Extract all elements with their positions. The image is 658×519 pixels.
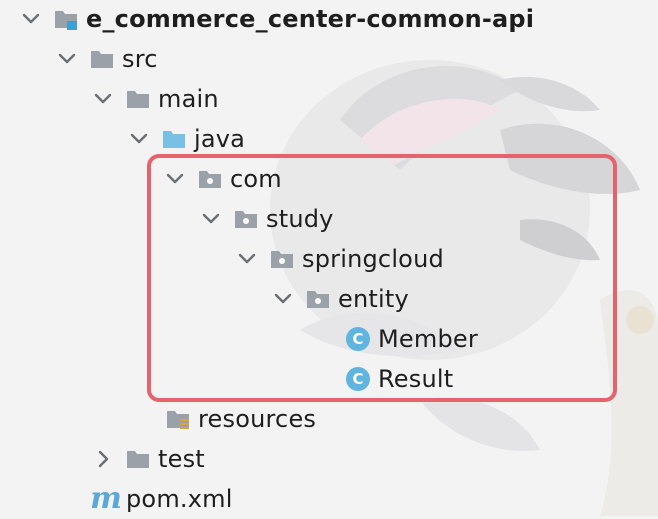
tree-item-root-module[interactable]: e_commerce_center-common-api [20,0,534,39]
tree-item-label: java [194,125,246,153]
package-icon [306,287,330,311]
tree-item-label: test [158,445,205,473]
package-icon [270,247,294,271]
chevron-down-icon[interactable] [272,288,294,310]
package-icon [198,167,222,191]
folder-icon [90,47,114,71]
folder-icon [126,87,150,111]
chevron-down-icon[interactable] [20,8,42,30]
package-icon [234,207,258,231]
class-icon: C [346,367,370,391]
chevron-down-icon[interactable] [92,88,114,110]
tree-item-label: pom.xml [126,485,233,513]
tree-item-label: study [266,205,334,233]
tree-item-result-class[interactable]: C Result [346,359,453,399]
tree-item-label: main [158,85,219,113]
tree-item-label: resources [198,405,317,433]
tree-item-label: src [122,45,158,73]
tree-item-springcloud[interactable]: springcloud [236,239,444,279]
class-icon: C [346,327,370,351]
chevron-down-icon[interactable] [236,248,258,270]
resources-folder-icon [166,407,190,431]
tree-item-study[interactable]: study [200,199,334,239]
chevron-down-icon[interactable] [56,48,78,70]
tree-item-label: springcloud [302,245,444,273]
source-root-folder-icon [162,127,186,151]
maven-icon: m [90,481,122,516]
project-tree: e_commerce_center-common-api src main ja… [0,0,658,516]
tree-item-src[interactable]: src [56,39,158,79]
chevron-right-icon[interactable] [92,448,114,470]
tree-item-resources[interactable]: resources [166,399,316,439]
chevron-down-icon[interactable] [128,128,150,150]
folder-icon [126,447,150,471]
tree-item-label: Member [378,325,478,353]
tree-item-entity[interactable]: entity [272,279,409,319]
tree-item-test[interactable]: test [92,439,205,479]
tree-item-com[interactable]: com [164,159,282,199]
tree-item-label: e_commerce_center-common-api [86,5,535,33]
tree-item-label: Result [378,365,454,393]
chevron-down-icon[interactable] [164,168,186,190]
tree-item-java[interactable]: java [128,119,245,159]
tree-item-label: entity [338,285,409,313]
tree-item-main[interactable]: main [92,79,219,119]
tree-item-label: com [230,165,282,193]
module-folder-icon [54,7,78,31]
tree-item-member-class[interactable]: C Member [346,319,478,359]
chevron-down-icon[interactable] [200,208,222,230]
tree-item-pom-xml[interactable]: m pom.xml [90,479,233,519]
